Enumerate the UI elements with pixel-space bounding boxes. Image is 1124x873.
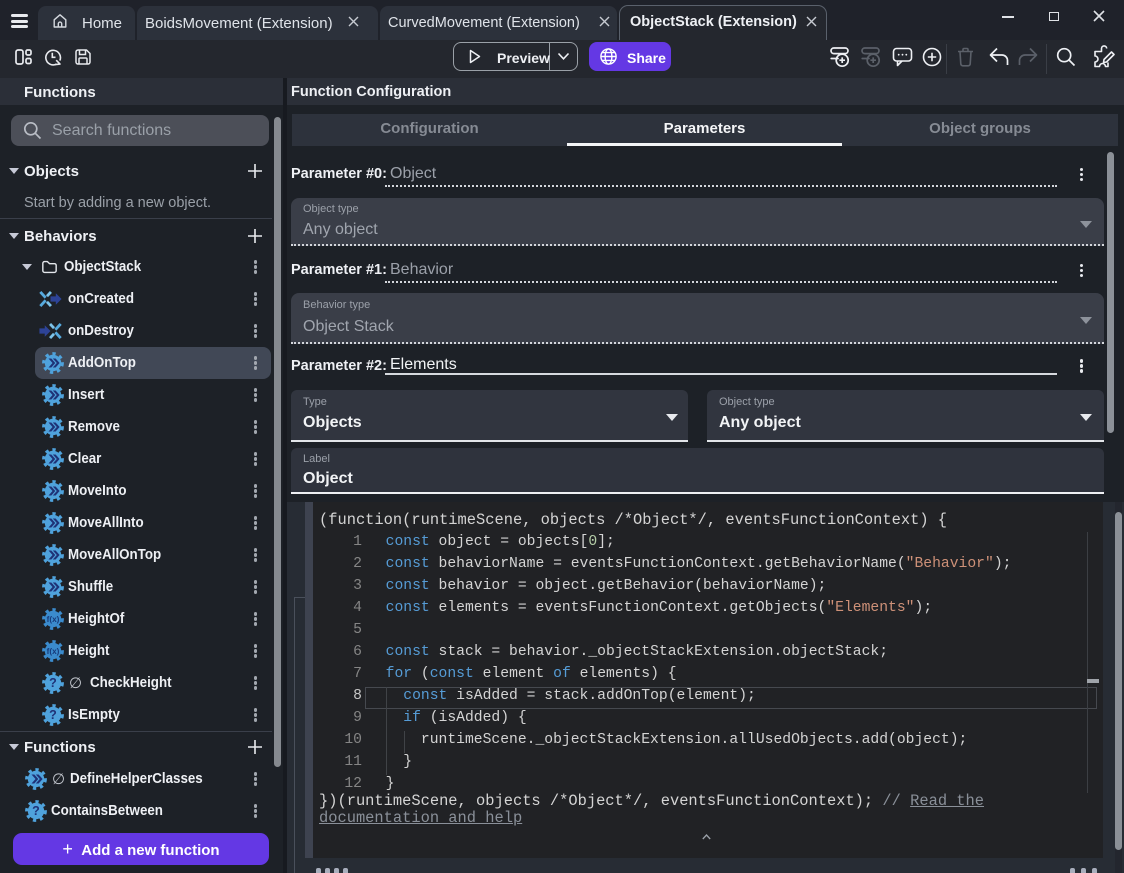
svg-text:f(x): f(x) — [47, 647, 60, 656]
svg-text:?: ? — [49, 676, 57, 690]
svg-text:?: ? — [32, 804, 40, 818]
svg-text:f(x): f(x) — [47, 615, 60, 624]
svg-text:?: ? — [49, 708, 57, 722]
